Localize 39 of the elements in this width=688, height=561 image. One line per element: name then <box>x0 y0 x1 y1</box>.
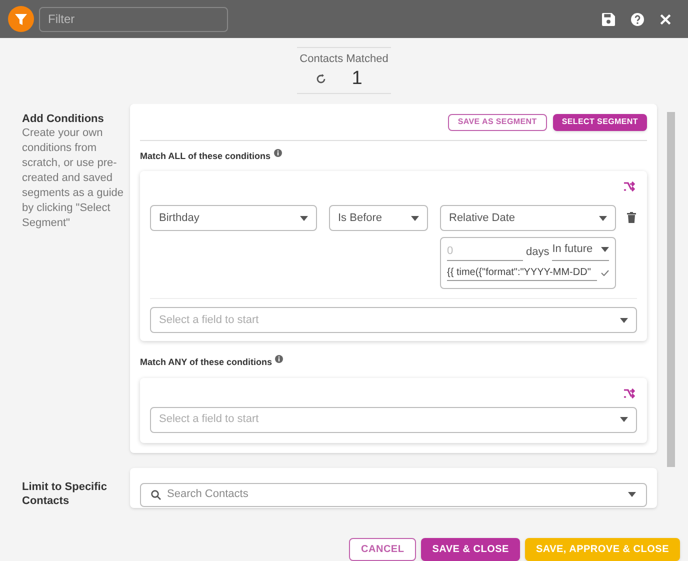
filter-icon[interactable] <box>8 6 34 32</box>
dropdown[interactable]: Birthday <box>150 205 317 231</box>
close-icon[interactable] <box>660 14 671 24</box>
search-icon <box>151 490 161 500</box>
group-title: Match ALL of these conditions <box>140 150 271 162</box>
info-icon[interactable] <box>274 148 282 156</box>
check-icon[interactable] <box>601 270 609 276</box>
refresh-icon[interactable] <box>316 74 326 84</box>
caret-icon <box>628 492 636 497</box>
expression-field[interactable]: {{ time({"format":"YYYY-MM-DD" <box>447 264 597 280</box>
shuffle-icon[interactable] <box>623 388 635 400</box>
caret-icon <box>300 216 308 220</box>
section-description: Create your own conditions from scratch, or use pre-created and saved segments as a guide by clicking "Select Segment" <box>22 126 125 230</box>
save-icon[interactable] <box>602 12 615 26</box>
contacts-count: 1 <box>352 68 362 90</box>
dropdown[interactable]: Relative Date <box>440 205 616 231</box>
help-icon[interactable] <box>631 12 644 26</box>
trash-icon[interactable] <box>627 212 636 223</box>
search-field[interactable]: Search Contacts <box>140 482 647 506</box>
dropdown[interactable]: Is Before <box>329 205 428 231</box>
button[interactable]: CANCEL <box>349 538 416 560</box>
button[interactable]: SAVE & CLOSE <box>421 538 520 560</box>
shuffle-icon[interactable] <box>623 181 635 193</box>
amount-field[interactable]: 0 <box>447 243 523 260</box>
section-title: Limit to Specific Contacts <box>22 480 107 508</box>
caret-icon <box>601 246 609 252</box>
caret-icon <box>620 417 628 422</box>
direction-dropdown[interactable]: In future <box>552 241 609 260</box>
button[interactable]: SELECT SEGMENT <box>552 114 647 130</box>
section-title: Add Conditions <box>22 112 105 126</box>
filter-field[interactable]: Filter <box>39 6 228 32</box>
button[interactable]: SAVE AS SEGMENT <box>448 114 547 130</box>
caret-icon <box>620 318 628 322</box>
contacts-matched-label: Contacts Matched <box>300 52 388 67</box>
caret-icon <box>411 216 419 220</box>
group-title: Match ANY of these conditions <box>140 356 272 369</box>
info-icon[interactable] <box>275 355 284 363</box>
caret-icon <box>599 216 607 220</box>
unit-label: days <box>526 245 550 260</box>
